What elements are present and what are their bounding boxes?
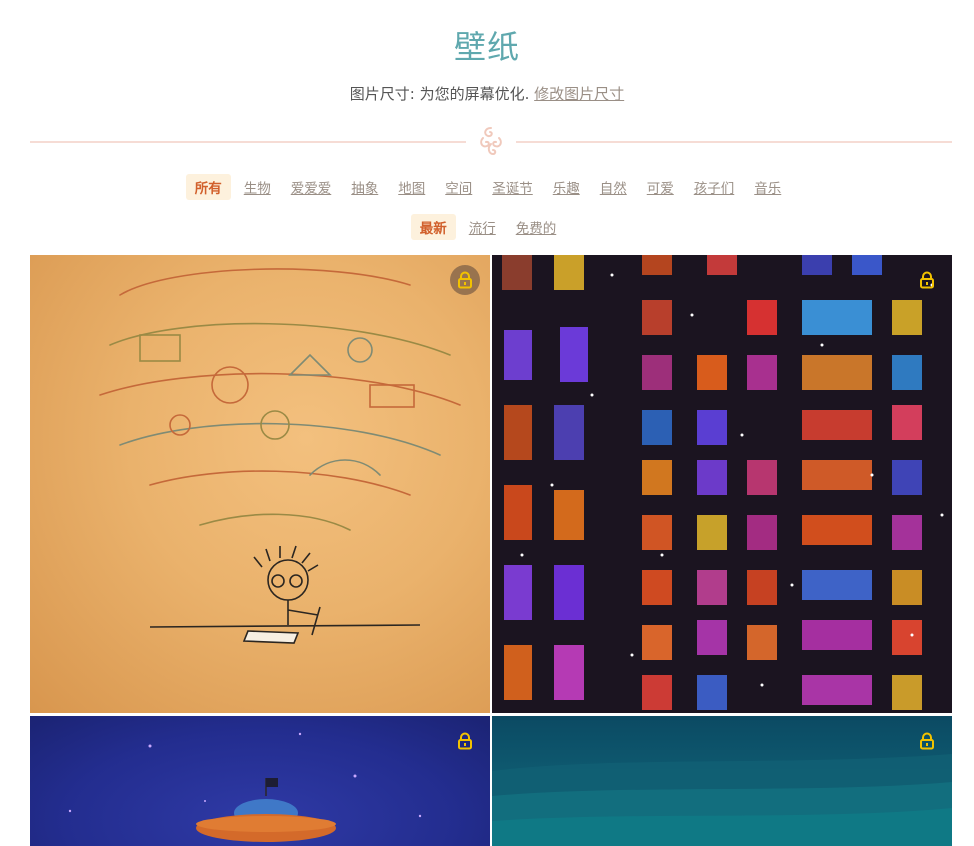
category-chip[interactable]: 空间 xyxy=(438,175,479,199)
sort-chip[interactable]: 最新 xyxy=(410,214,456,240)
category-chip[interactable]: 爱爱爱 xyxy=(284,175,339,199)
wallpaper-thumbnail-doodles[interactable] xyxy=(30,255,490,713)
ufo-illustration xyxy=(68,732,422,842)
image-size-text: 图片尺寸: 为您的屏幕优化. xyxy=(349,85,530,103)
wallpaper-thumbnail-teal-waves[interactable] xyxy=(492,716,952,846)
category-chip[interactable]: 抽象 xyxy=(344,175,385,199)
doodle-illustration xyxy=(99,268,461,644)
category-chip[interactable]: 可爱 xyxy=(640,175,681,199)
page-title: 壁纸 xyxy=(453,28,520,66)
change-image-size-link[interactable]: 修改图片尺寸 xyxy=(534,85,624,103)
sort-filter: 最新 流行 免费的 xyxy=(0,214,974,240)
teal-waves-illustration xyxy=(492,754,952,846)
lock-icon xyxy=(920,271,934,289)
category-chip[interactable]: 孩子们 xyxy=(687,175,742,199)
swirl-ornament-icon xyxy=(480,127,502,156)
category-chip[interactable]: 自然 xyxy=(593,175,634,199)
category-chip[interactable]: 地图 xyxy=(391,175,432,199)
wallpaper-thumbnail-night-windows[interactable] xyxy=(492,255,952,713)
category-chip[interactable]: 所有 xyxy=(185,174,231,200)
section-divider xyxy=(30,127,952,156)
lock-icon xyxy=(458,732,472,750)
locked-badge xyxy=(450,726,480,756)
category-chip[interactable]: 乐趣 xyxy=(546,175,587,199)
locked-badge xyxy=(912,726,942,756)
lock-icon xyxy=(920,732,934,750)
wallpaper-thumbnail-space-ufo[interactable] xyxy=(30,716,490,846)
divider-line-right xyxy=(516,141,952,143)
category-chip[interactable]: 圣诞节 xyxy=(485,175,540,199)
sort-chip[interactable]: 免费的 xyxy=(509,215,564,239)
window-grid xyxy=(502,255,922,710)
category-filter: 所有 生物 爱爱爱 抽象 地图 空间 圣诞节 乐趣 自然 可爱 孩子们 音乐 xyxy=(0,174,974,200)
category-chip[interactable]: 生物 xyxy=(237,175,278,199)
night-windows-illustration xyxy=(502,255,944,710)
sort-chip[interactable]: 流行 xyxy=(462,215,503,239)
category-chip[interactable]: 音乐 xyxy=(747,175,788,199)
locked-badge xyxy=(450,265,480,295)
locked-badge xyxy=(912,265,942,295)
lock-icon xyxy=(458,271,472,289)
image-size-note: 图片尺寸: 为您的屏幕优化. 修改图片尺寸 xyxy=(0,83,974,104)
divider-line-left xyxy=(30,141,466,143)
thinking-boy-figure xyxy=(149,545,421,644)
